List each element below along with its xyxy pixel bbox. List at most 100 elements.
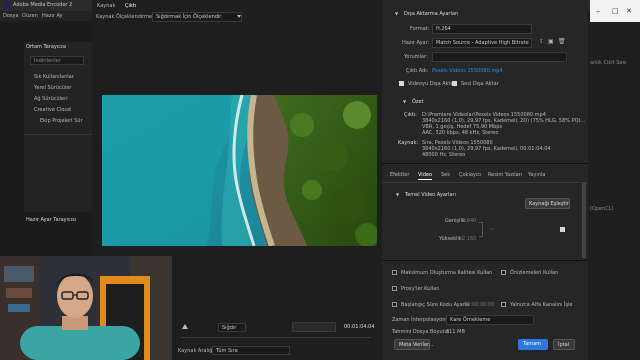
comments-input[interactable] xyxy=(432,52,567,62)
settings-scrollbar[interactable] xyxy=(582,183,586,258)
panel-divider xyxy=(24,134,92,135)
export-audio-checkbox[interactable] xyxy=(452,81,457,86)
tree-item-team-projects[interactable]: Ekip Projeleri Sür xyxy=(40,119,83,124)
tree-item-network-drives[interactable]: Ağ Sürücüleri xyxy=(34,97,68,102)
format-label: Format: xyxy=(410,26,430,32)
tab-divider xyxy=(382,182,588,183)
tab-audio[interactable]: Ses xyxy=(441,173,450,178)
scaling-chevron-down-icon xyxy=(237,15,241,18)
source-scaling-label: Kaynak Ölçeklendirme: xyxy=(96,14,154,20)
width-value[interactable]: 3.840 xyxy=(462,219,476,224)
tree-item-local-drives[interactable]: Yerel Sürücüler xyxy=(34,86,71,91)
window-controls: – □ ✕ xyxy=(590,0,640,22)
beach-aerial-image xyxy=(102,95,377,246)
tab-source[interactable]: Kaynak xyxy=(97,4,115,9)
summary-chevron-icon[interactable]: ▼ xyxy=(403,100,406,104)
app-right-strip: anlık Ciklt Sesı (OpenCL) xyxy=(588,21,640,360)
height-value[interactable]: 2.160 xyxy=(462,237,476,242)
start-timecode-checkbox[interactable] xyxy=(392,302,397,307)
tab-video-underline xyxy=(418,179,432,180)
close-icon[interactable]: ✕ xyxy=(626,8,632,15)
output-name-label: Çıktı Adı: xyxy=(406,68,429,74)
use-proxies-checkbox[interactable] xyxy=(392,286,397,291)
export-video-label: Videoyu Dışa Aktar xyxy=(408,81,456,87)
tab-video[interactable]: Video xyxy=(418,173,432,178)
summary-title: Özet xyxy=(412,99,424,105)
import-preset-icon[interactable]: ▣ xyxy=(548,39,554,45)
app-logo-icon xyxy=(3,2,10,9)
max-render-quality-label: Maksimum Oluşturma Kalitesi Kullan xyxy=(401,270,493,276)
menu-file[interactable]: Dosya xyxy=(3,14,19,19)
tree-item-favorites[interactable]: Sık Kullanılanlar xyxy=(34,75,74,80)
summary-output-line: AAC, 320 kbps, 48 kHz, Stereo xyxy=(422,130,499,136)
timeline-bar[interactable] xyxy=(292,322,336,332)
comments-label: Yorumlar: xyxy=(404,54,428,60)
tab-multiplexer[interactable]: Çoklayıcı xyxy=(459,173,481,178)
link-icon[interactable]: ∞ xyxy=(490,227,493,231)
timecode: 00:01:04:04 xyxy=(344,324,375,330)
preset-dropdown[interactable]: Match Source - Adaptive High Bitrate xyxy=(432,38,532,48)
bottom-divider xyxy=(382,260,588,261)
cancel-button[interactable]: İptal xyxy=(553,339,575,350)
section-divider xyxy=(382,163,588,164)
link-bracket-icon xyxy=(479,222,483,237)
media-browser-title: Ortam Tarayıcısı xyxy=(26,44,67,50)
crop-icon[interactable] xyxy=(181,337,371,338)
time-interpolation-dropdown[interactable]: Kare Örnekleme xyxy=(446,315,534,325)
use-proxies-label: Proxy'ler Kullan xyxy=(401,286,440,292)
max-render-quality-checkbox[interactable] xyxy=(392,270,397,275)
format-dropdown[interactable]: H.264 xyxy=(432,24,532,34)
tree-item-creative-cloud[interactable]: Creative Cloud xyxy=(34,108,71,113)
filesize-label: Tahmini Dosya Boyutu: xyxy=(392,329,450,335)
use-previews-checkbox[interactable] xyxy=(501,270,506,275)
collapse-chevron-icon[interactable]: ▼ xyxy=(395,12,398,16)
minimize-icon[interactable]: – xyxy=(596,8,600,16)
summary-source-key: Kaynak: xyxy=(398,140,419,146)
right-strip-opencl: (OpenCL) xyxy=(590,206,614,212)
settings-pane: ▼ Dışa Aktarma Ayarları Format: H.264 Ha… xyxy=(382,0,588,360)
source-range-dropdown[interactable]: Tüm Sıra xyxy=(212,346,290,355)
alpha-only-checkbox[interactable] xyxy=(501,302,506,307)
ok-button[interactable]: Tamam xyxy=(518,339,548,350)
time-interpolation-label: Zaman İnterpolasyonu: xyxy=(392,317,451,323)
output-name-link[interactable]: Pexels Videos 1550080.mp4 xyxy=(432,69,503,74)
media-browser-dropdown[interactable]: İndirilenler xyxy=(30,56,84,65)
streamer-image xyxy=(0,256,172,360)
source-range-label: Kaynak Aralığı: xyxy=(178,348,216,354)
app-title: Adobe Media Encoder 2 xyxy=(13,2,73,8)
tab-captions[interactable]: Resim Yazıları xyxy=(488,173,522,178)
export-audio-label: Sesi Dışa Aktar xyxy=(461,81,499,87)
playhead-icon[interactable] xyxy=(182,324,188,329)
preset-label: Hazır Ayar: xyxy=(402,40,430,46)
source-scaling-dropdown[interactable]: Sığdırmak İçin Ölçeklendir xyxy=(152,12,242,22)
basic-video-settings-title: Temel Video Ayarları xyxy=(405,192,456,198)
start-timecode-value[interactable]: 00:00:00:00 xyxy=(464,303,495,308)
menu-edit[interactable]: Düzen xyxy=(22,14,38,19)
video-chevron-icon[interactable]: ▼ xyxy=(396,193,399,197)
metadata-button[interactable]: Meta Veriler... xyxy=(394,339,433,350)
tab-output[interactable]: Çıktı xyxy=(125,4,136,9)
media-browser-panel: Ortam Tarayıcısı İndirilenler Sık Kullan… xyxy=(24,42,92,212)
save-preset-icon[interactable]: ⇪ xyxy=(539,39,544,45)
fit-dropdown[interactable]: Sığdır xyxy=(218,323,246,332)
app-menubar: Dosya Düzen Hazır Ay xyxy=(0,11,92,21)
summary-output-key: Çıktı: xyxy=(404,112,417,118)
webcam-overlay xyxy=(0,256,172,360)
right-strip-text: anlık Ciklt Sesı xyxy=(590,60,627,66)
alpha-only-label: Yalnızca Alfa Kanalını İşle xyxy=(510,302,573,308)
filesize-value: 611 MB xyxy=(446,329,465,335)
height-label: Yükseklik: xyxy=(439,236,464,242)
maximize-icon[interactable]: □ xyxy=(612,8,619,15)
menu-preset[interactable]: Hazır Ay xyxy=(42,14,63,19)
video-preview xyxy=(102,95,377,246)
tab-effects[interactable]: Efektler xyxy=(390,173,409,178)
match-source-button[interactable]: Kaynağı Eşleştir xyxy=(525,198,570,209)
preset-browser-title: Hazır Ayar Tarayıcısı xyxy=(26,217,77,223)
tab-publish[interactable]: Yayınla xyxy=(528,173,545,178)
export-video-checkbox[interactable] xyxy=(399,81,404,86)
size-checkbox[interactable] xyxy=(560,227,565,232)
export-settings-title: Dışa Aktarma Ayarları xyxy=(404,11,459,17)
start-timecode-label: Başlangıç Süre Kodu Ayarla xyxy=(401,302,470,308)
delete-preset-icon[interactable]: 🗑 xyxy=(558,39,566,45)
use-previews-label: Önizlemeleri Kullan xyxy=(510,270,559,276)
